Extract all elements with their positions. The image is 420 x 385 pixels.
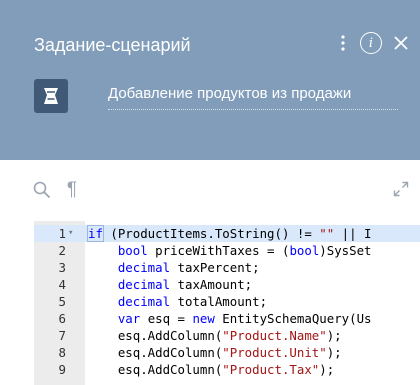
- code-token: (ProductItems.ToString() !=: [102, 226, 320, 241]
- header-actions: i: [336, 28, 410, 58]
- code-token: taxAmount;: [170, 277, 253, 292]
- more-vertical-icon[interactable]: [336, 32, 350, 54]
- element-caption-field[interactable]: Добавление продуктов из продажи: [108, 85, 398, 103]
- string-token: "Product.Name": [222, 328, 327, 343]
- code-token: || I: [334, 226, 372, 241]
- expand-icon[interactable]: [391, 179, 411, 199]
- code-line[interactable]: 3 decimal taxPercent;: [34, 259, 420, 276]
- editor-toolbar: ¶: [0, 160, 420, 220]
- line-number: 8: [58, 345, 66, 360]
- string-token: "Product.Tax": [222, 362, 320, 377]
- code-token: EntitySchemaQuery(Us: [214, 311, 372, 326]
- code-line[interactable]: 7 esq.AddColumn("Product.Name");: [34, 327, 420, 344]
- code-token: );: [319, 362, 335, 377]
- code-token: );: [326, 345, 342, 360]
- panel-header: Задание-сценарий i Добавление продуктов …: [0, 0, 420, 160]
- code-text: decimal taxAmount;: [88, 276, 252, 293]
- line-number: 5: [58, 294, 66, 309]
- panel-title: Задание-сценарий: [34, 35, 191, 55]
- string-token: "": [319, 226, 335, 241]
- code-token: esq.AddColumn(: [88, 328, 223, 343]
- code-text: decimal taxPercent;: [88, 259, 260, 276]
- line-number: 1: [58, 226, 66, 241]
- pilcrow-icon[interactable]: ¶: [62, 178, 82, 202]
- code-line[interactable]: 5 decimal totalAmount;: [34, 293, 420, 310]
- code-token: );: [326, 328, 342, 343]
- string-token: "Product.Unit": [222, 345, 327, 360]
- code-editor[interactable]: 1 ▾ if (ProductItems.ToString() != "" || I…: [34, 221, 420, 385]
- code-token: esq =: [140, 311, 193, 326]
- line-number: 9: [58, 362, 66, 377]
- code-line[interactable]: 9 esq.AddColumn("Product.Tax");: [34, 361, 420, 378]
- keyword-token: if: [87, 225, 104, 242]
- code-token: taxPercent;: [170, 260, 260, 275]
- code-text: bool priceWithTaxes = (bool)SysSet: [88, 242, 372, 259]
- code-text: if (ProductItems.ToString() != "" || I: [87, 225, 372, 242]
- keyword-token: decimal: [117, 277, 171, 292]
- caption-underline: [108, 109, 398, 110]
- line-number: 6: [58, 311, 66, 326]
- keyword-token: decimal: [117, 260, 171, 275]
- code-line[interactable]: 2 bool priceWithTaxes = (bool)SysSet: [34, 242, 420, 259]
- keyword-token: var: [117, 311, 141, 326]
- script-task-icon: [34, 79, 68, 113]
- code-text: decimal totalAmount;: [88, 293, 267, 310]
- search-icon[interactable]: [30, 178, 54, 202]
- code-text: var esq = new EntitySchemaQuery(Us: [88, 310, 372, 327]
- info-icon[interactable]: i: [360, 32, 382, 54]
- line-number: 3: [58, 260, 66, 275]
- close-icon[interactable]: [392, 32, 410, 54]
- code-token: esq.AddColumn(: [88, 345, 223, 360]
- code-line[interactable]: 4 decimal taxAmount;: [34, 276, 420, 293]
- code-text: esq.AddColumn("Product.Name");: [88, 327, 342, 344]
- code-token: priceWithTaxes = (: [147, 243, 290, 258]
- code-line[interactable]: 8 esq.AddColumn("Product.Unit");: [34, 344, 420, 361]
- keyword-token: bool: [289, 243, 320, 258]
- fold-toggle-icon[interactable]: ▾: [68, 225, 80, 242]
- process-element-panel: Задание-сценарий i Добавление продуктов …: [0, 0, 420, 385]
- code-line[interactable]: 6 var esq = new EntitySchemaQuery(Us: [34, 310, 420, 327]
- code-token: esq.AddColumn(: [88, 362, 223, 377]
- code-token: )SysSet: [319, 243, 372, 258]
- keyword-token: new: [192, 311, 215, 326]
- code-text: esq.AddColumn("Product.Tax");: [88, 361, 334, 378]
- keyword-token: decimal: [117, 294, 171, 309]
- keyword-token: bool: [117, 243, 148, 258]
- line-number: 7: [58, 328, 66, 343]
- code-line[interactable]: 1 ▾ if (ProductItems.ToString() != "" || I: [34, 225, 420, 242]
- line-number: 4: [58, 277, 66, 292]
- code-token: totalAmount;: [170, 294, 268, 309]
- line-number: 2: [58, 243, 66, 258]
- code-text: esq.AddColumn("Product.Unit");: [88, 344, 342, 361]
